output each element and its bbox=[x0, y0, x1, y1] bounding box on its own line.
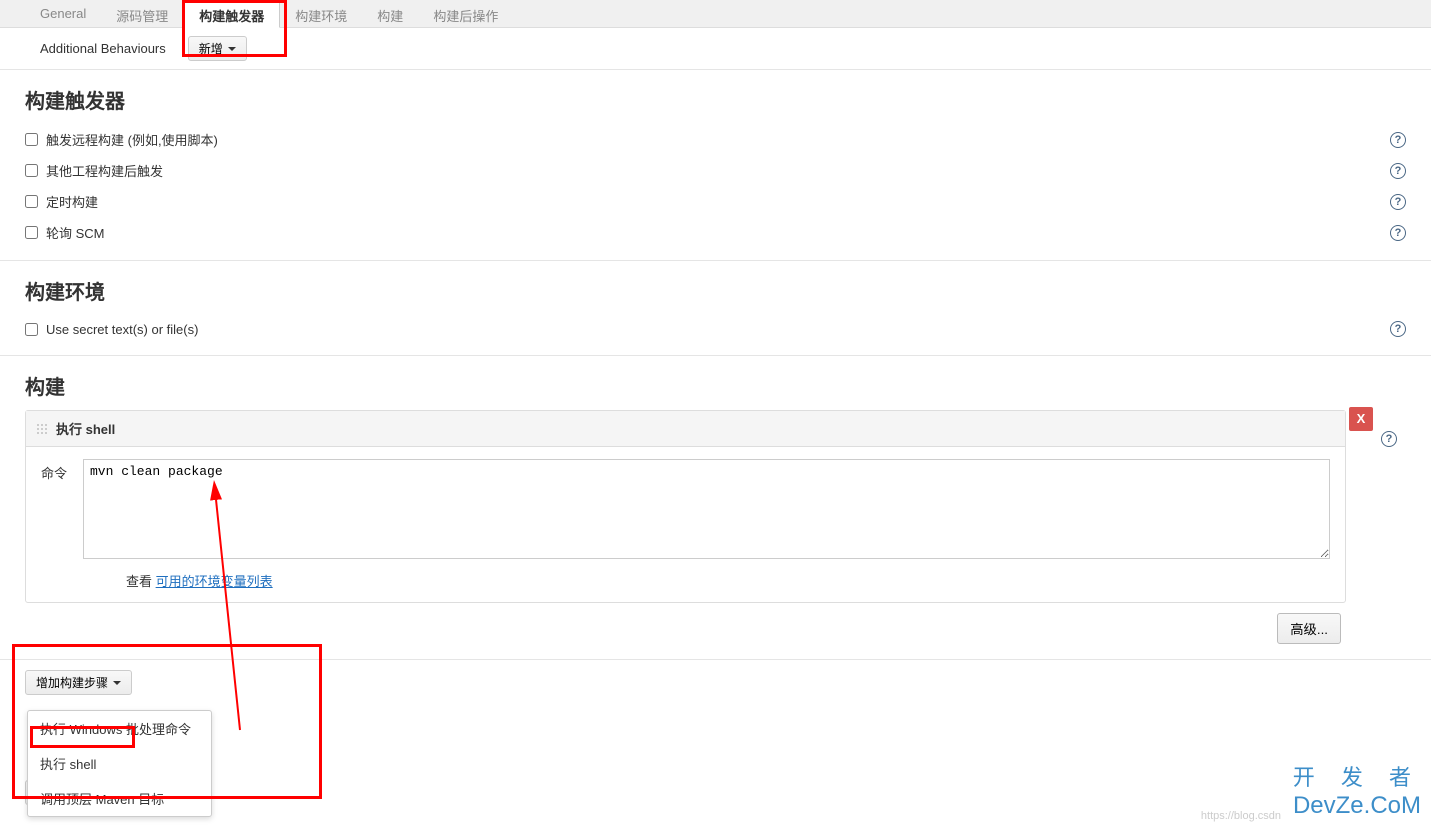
help-icon[interactable]: ? bbox=[1390, 132, 1406, 148]
additional-behaviours-label: Additional Behaviours bbox=[40, 41, 166, 56]
see-text: 查看 bbox=[126, 574, 156, 589]
menu-item-maven[interactable]: 调用顶层 Maven 目标 bbox=[28, 781, 211, 816]
watermark-zh: 开 发 者 bbox=[1293, 760, 1421, 792]
trigger-remote-checkbox[interactable] bbox=[25, 133, 38, 146]
drag-handle-icon[interactable] bbox=[36, 423, 48, 435]
config-tabs: General 源码管理 构建触发器 构建环境 构建 构建后操作 bbox=[0, 0, 1431, 28]
trigger-poll-scm-checkbox[interactable] bbox=[25, 226, 38, 239]
help-icon[interactable]: ? bbox=[1390, 225, 1406, 241]
tab-post-build[interactable]: 构建后操作 bbox=[418, 0, 513, 27]
add-build-step-label: 增加构建步骤 bbox=[36, 674, 108, 691]
build-environment-section: 构建环境 Use secret text(s) or file(s) ? bbox=[0, 261, 1431, 356]
menu-item-windows-batch[interactable]: 执行 Windows 批处理命令 bbox=[28, 711, 211, 746]
build-title: 构建 bbox=[0, 356, 1431, 410]
help-icon[interactable]: ? bbox=[1390, 163, 1406, 179]
chevron-down-icon bbox=[228, 47, 236, 51]
advanced-button[interactable]: 高级... bbox=[1277, 613, 1341, 644]
trigger-remote-label: 触发远程构建 (例如,使用脚本) bbox=[46, 130, 1390, 149]
trigger-poll-scm-label: 轮询 SCM bbox=[46, 223, 1390, 242]
trigger-timed-checkbox[interactable] bbox=[25, 195, 38, 208]
build-triggers-section: 构建触发器 触发远程构建 (例如,使用脚本) ? 其他工程构建后触发 ? 定时构… bbox=[0, 70, 1431, 261]
add-build-step-button[interactable]: 增加构建步骤 bbox=[25, 670, 132, 695]
execute-shell-header[interactable]: 执行 shell bbox=[26, 411, 1345, 447]
help-icon[interactable]: ? bbox=[1390, 321, 1406, 337]
build-triggers-title: 构建触发器 bbox=[0, 70, 1431, 124]
tab-build-triggers[interactable]: 构建触发器 bbox=[183, 0, 280, 28]
add-behaviour-button[interactable]: 新增 bbox=[188, 36, 247, 61]
add-behaviour-label: 新增 bbox=[199, 40, 223, 57]
tab-build[interactable]: 构建 bbox=[362, 0, 418, 27]
tab-scm[interactable]: 源码管理 bbox=[101, 0, 183, 27]
execute-shell-block: X ? 执行 shell 命令 查看 可用的环境变量列表 bbox=[25, 410, 1346, 603]
help-icon[interactable]: ? bbox=[1381, 431, 1397, 447]
trigger-after-other-label: 其他工程构建后触发 bbox=[46, 161, 1390, 180]
add-build-step-menu: 执行 Windows 批处理命令 执行 shell 调用顶层 Maven 目标 bbox=[27, 710, 212, 817]
build-environment-title: 构建环境 bbox=[0, 261, 1431, 315]
trigger-timed-label: 定时构建 bbox=[46, 192, 1390, 211]
tab-build-environment[interactable]: 构建环境 bbox=[280, 0, 362, 27]
env-vars-link[interactable]: 可用的环境变量列表 bbox=[156, 574, 273, 589]
use-secret-checkbox[interactable] bbox=[25, 323, 38, 336]
tab-general[interactable]: General bbox=[25, 0, 101, 27]
help-icon[interactable]: ? bbox=[1390, 194, 1406, 210]
use-secret-label: Use secret text(s) or file(s) bbox=[46, 322, 1390, 337]
trigger-after-other-checkbox[interactable] bbox=[25, 164, 38, 177]
command-label: 命令 bbox=[41, 459, 71, 559]
delete-step-button[interactable]: X bbox=[1349, 407, 1373, 431]
menu-item-execute-shell[interactable]: 执行 shell bbox=[28, 746, 211, 781]
chevron-down-icon bbox=[113, 681, 121, 685]
watermark: 开 发 者 DevZe.CoM bbox=[1293, 760, 1421, 820]
build-section: 构建 X ? 执行 shell 命令 查看 可用的环境变量列表 高级... 增加… bbox=[0, 356, 1431, 825]
additional-behaviours-row: Additional Behaviours 新增 bbox=[0, 28, 1431, 70]
command-textarea[interactable] bbox=[83, 459, 1330, 559]
watermark-en: DevZe.CoM bbox=[1293, 792, 1421, 820]
execute-shell-title: 执行 shell bbox=[56, 419, 115, 438]
